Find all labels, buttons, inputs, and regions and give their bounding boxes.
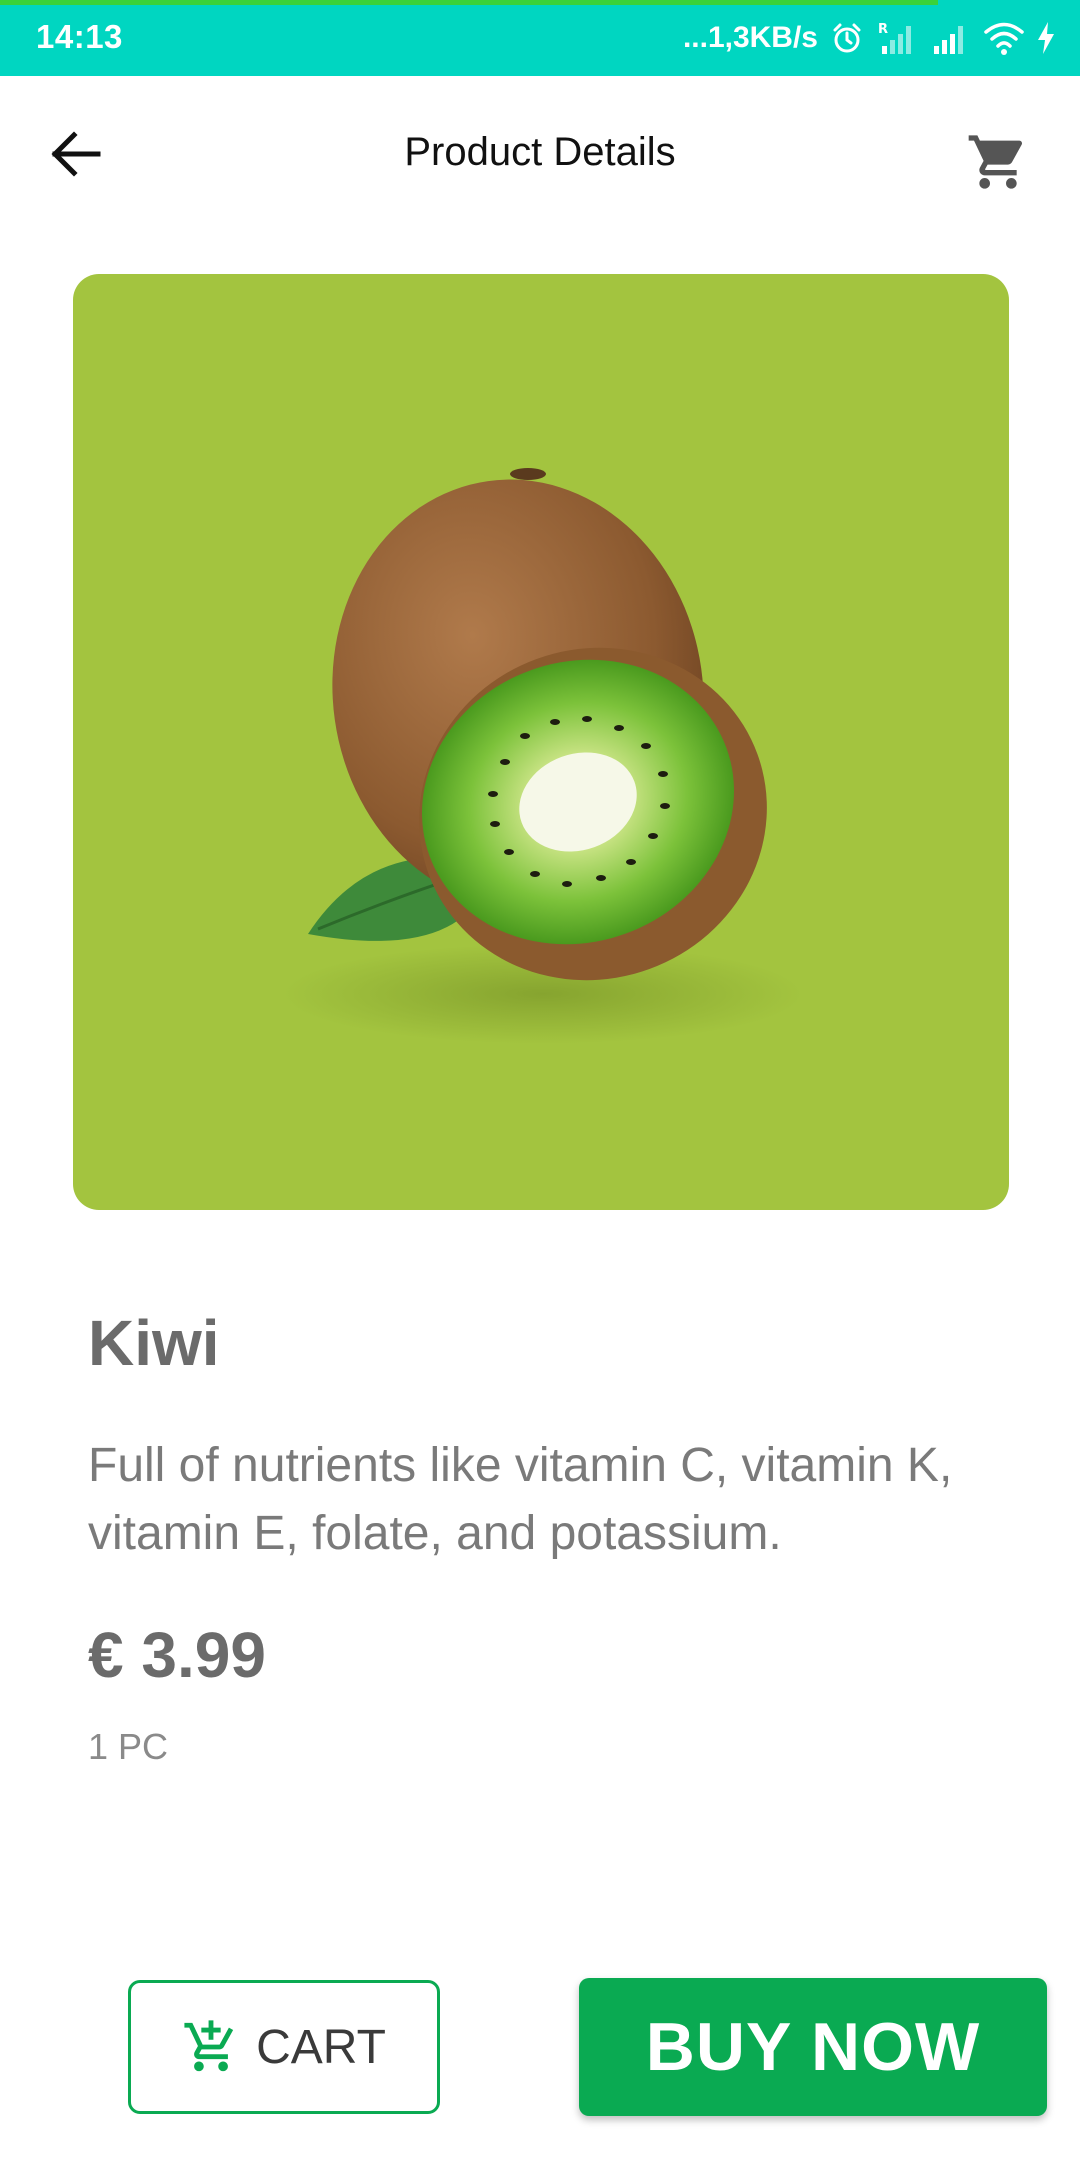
buy-now-button[interactable]: BUY NOW: [579, 1978, 1047, 2116]
cart-button[interactable]: [962, 126, 1034, 198]
product-image: [73, 274, 1009, 1210]
buy-now-label: BUY NOW: [645, 2009, 981, 2085]
add-to-cart-button[interactable]: CART: [128, 1980, 440, 2114]
product-unit: 1 PC: [88, 1726, 169, 1767]
signal-icon: [932, 20, 972, 56]
signal-roaming-icon: R: [876, 20, 920, 56]
app-bar: Product Details: [0, 76, 1080, 232]
wifi-icon: [984, 21, 1024, 55]
svg-text:R: R: [878, 22, 888, 37]
kiwi-image: [283, 468, 803, 1044]
status-indicators: ...1,3KB/s R: [683, 14, 1056, 62]
loading-progress-bar: [0, 0, 938, 5]
charging-icon: [1036, 21, 1056, 55]
product-details-screen: 14:13 ...1,3KB/s R Product Details Kiwi …: [0, 0, 1080, 2160]
add-to-cart-label: CART: [256, 2020, 386, 2074]
product-price: € 3.99: [88, 1619, 266, 1691]
shopping-cart-icon: [968, 135, 1023, 189]
status-bar: 14:13 ...1,3KB/s R: [0, 0, 1080, 76]
status-time: 14:13: [36, 18, 123, 55]
page-title: Product Details: [404, 130, 676, 174]
network-speed: ...1,3KB/s: [682, 21, 818, 54]
alarm-icon: [830, 21, 864, 55]
product-description: Full of nutrients like vitamin C, vitami…: [88, 1439, 953, 1560]
cart-plus-icon: [184, 2020, 234, 2072]
product-name: Kiwi: [88, 1307, 220, 1379]
